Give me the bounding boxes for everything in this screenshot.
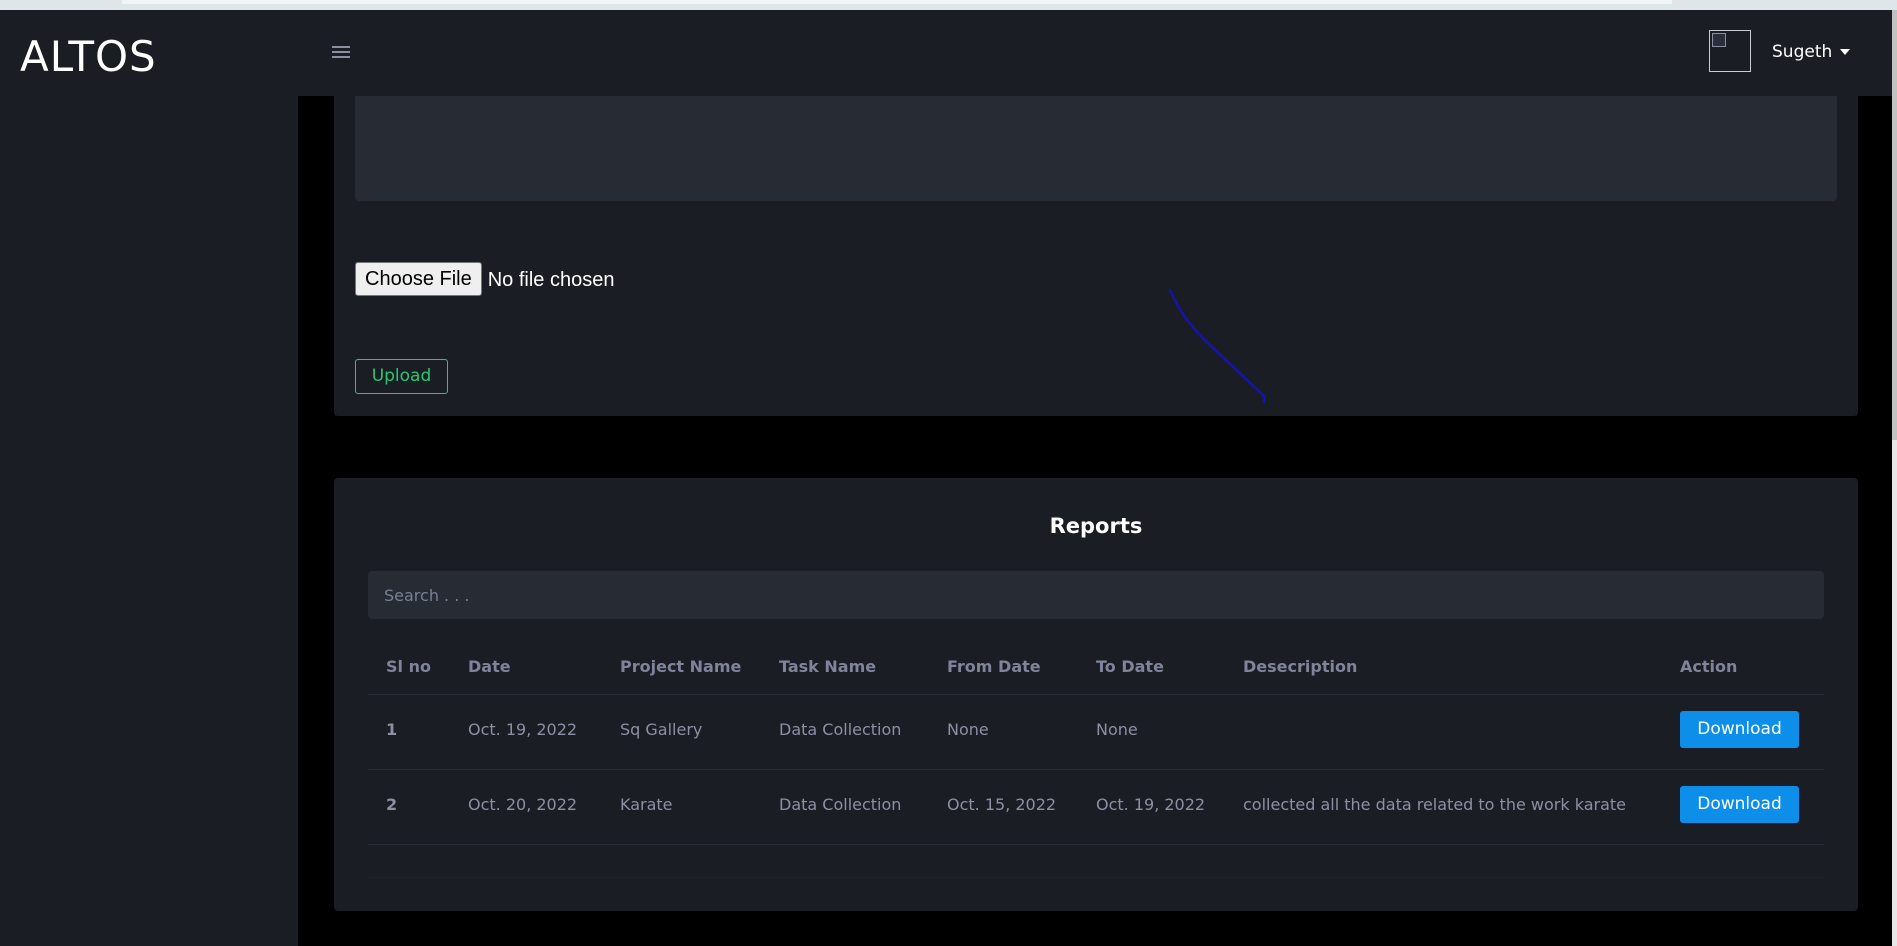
choose-file-button[interactable]: Choose File <box>355 262 482 296</box>
cell-to-date: Oct. 19, 2022 <box>1096 795 1206 814</box>
cell-from-date: None <box>947 720 989 739</box>
col-task-name: Task Name <box>779 657 877 676</box>
table-row: 2 Oct. 20, 2022 Karate Data Collection O… <box>368 770 1824 845</box>
col-action: Action <box>1680 657 1738 676</box>
col-description: Desecription <box>1243 657 1358 676</box>
cell-project: Karate <box>620 795 673 814</box>
reports-title: Reports <box>1049 514 1143 538</box>
cell-project: Sq Gallery <box>620 720 703 739</box>
table-footer <box>368 845 1824 878</box>
col-date: Date <box>468 657 511 676</box>
cell-sl-no: 1 <box>386 720 398 739</box>
page-scrollbar[interactable] <box>1892 10 1897 946</box>
col-to-date: To Date <box>1096 657 1164 676</box>
table-row: 1 Oct. 19, 2022 Sq Gallery Data Collecti… <box>368 695 1824 770</box>
upload-button[interactable]: Upload <box>355 359 448 394</box>
cell-to-date: None <box>1096 720 1138 739</box>
download-button[interactable]: Download <box>1680 786 1799 823</box>
reports-table: Sl no Date Project Name Task Name From D… <box>368 640 1824 878</box>
pen-stroke-annotation <box>1168 288 1266 404</box>
cell-task: Data Collection <box>779 795 902 814</box>
scrollbar-thumb[interactable] <box>1892 10 1897 440</box>
col-from-date: From Date <box>947 657 1041 676</box>
caret-down-icon <box>1840 49 1851 55</box>
file-input[interactable]: Choose File No file chosen <box>355 262 614 298</box>
no-file-label: No file chosen <box>487 269 615 291</box>
brand-logo[interactable]: ALTOS <box>20 32 157 81</box>
cell-date: Oct. 19, 2022 <box>468 720 578 739</box>
cell-description: collected all the data related to the wo… <box>1243 795 1626 814</box>
col-project-name: Project Name <box>620 657 742 676</box>
browser-chrome-strip <box>0 0 1897 10</box>
sidebar <box>0 96 298 946</box>
content-area <box>355 96 1837 201</box>
browser-address-bar <box>122 0 1672 4</box>
user-name: Sugeth <box>1772 42 1833 62</box>
hamburger-icon[interactable] <box>332 46 350 60</box>
cell-sl-no: 2 <box>386 795 398 814</box>
cell-date: Oct. 20, 2022 <box>468 795 578 814</box>
user-dropdown[interactable]: Sugeth <box>1772 42 1851 62</box>
search-input[interactable] <box>368 571 1824 619</box>
download-button[interactable]: Download <box>1680 711 1799 748</box>
avatar[interactable] <box>1709 30 1751 72</box>
col-sl-no: Sl no <box>386 657 431 676</box>
cell-from-date: Oct. 15, 2022 <box>947 795 1057 814</box>
top-navbar: ALTOS Sugeth <box>0 10 1892 96</box>
table-header: Sl no Date Project Name Task Name From D… <box>368 640 1824 695</box>
cell-task: Data Collection <box>779 720 902 739</box>
